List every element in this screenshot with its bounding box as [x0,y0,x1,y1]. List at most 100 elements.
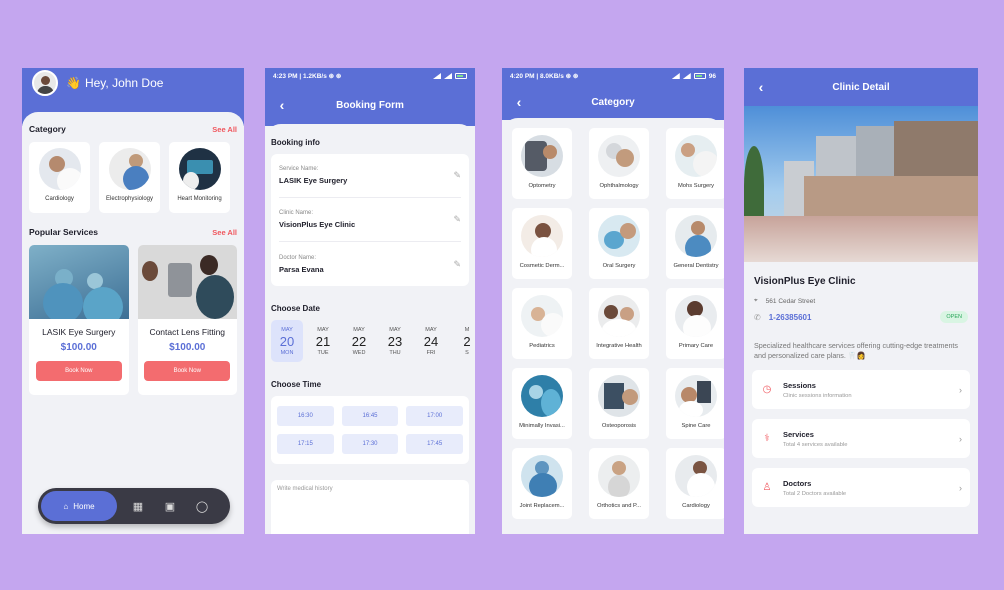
category-card[interactable]: Integrative Health [589,288,649,359]
date-option[interactable]: M 2 S [451,320,475,362]
category-card[interactable]: Heart Monitoring [169,142,230,213]
popular-header: Popular Services See All [29,227,237,237]
category-header: Category See All [29,124,237,134]
service-list: LASIK Eye Surgery $100.00 Book Now Conta… [29,245,237,395]
location-pin-icon: ⌖ [754,297,758,304]
date-option[interactable]: MAY 22 WED [343,320,375,362]
doctor-icon: ♙ [762,482,772,494]
back-arrow-icon[interactable]: ‹ [752,78,770,96]
edit-pencil-icon[interactable]: ✎ [453,259,461,270]
nav-home-tab[interactable]: ⌂ Home [41,491,117,521]
row-subtitle: Total 2 Doctors available [783,490,847,497]
date-weekday: FRI [426,349,436,356]
category-card[interactable]: Electrophysiology [99,142,160,213]
category-card[interactable]: Minimally Invasi... [512,368,572,439]
booking-content: Booking info Service Name: LASIK Eye Sur… [265,124,475,534]
cardiology-image [38,148,81,190]
doctor-name-field[interactable]: Doctor Name: Parsa Evana ✎ [279,242,461,286]
greeting-text: Hey, John Doe [84,76,164,90]
date-day: 23 [387,333,403,349]
back-arrow-icon[interactable]: ‹ [510,93,528,111]
wifi-icon [444,73,452,79]
status-time: 4:23 PM | 1.2KB/s ⊛ ⊛ [273,73,342,80]
chevron-right-icon: › [959,384,962,395]
category-card[interactable]: Primary Care [666,288,724,359]
services-icon: ⚕ [764,433,770,445]
date-option[interactable]: MAY 21 TUE [307,320,339,362]
medical-history-input[interactable]: Write medical history [271,480,469,534]
doctors-row[interactable]: ♙ Doctors Total 2 Doctors available › [752,468,970,508]
category-card[interactable]: Spine Care [666,368,724,439]
category-card[interactable]: Joint Replacem... [512,448,572,519]
service-name-field[interactable]: Service Name: LASIK Eye Surgery ✎ [279,154,461,198]
date-weekday: THU [389,349,401,356]
status-icons [433,73,467,79]
edit-pencil-icon[interactable]: ✎ [453,170,461,181]
cosmetic-derm-image [521,215,563,257]
category-grid-container: Optometry Ophthalmology Mohs Surgery Cos… [502,118,724,528]
date-month: MAY [425,326,437,333]
chevron-right-icon: › [959,433,962,444]
field-label: Doctor Name: [279,254,317,261]
date-month: MAY [281,326,293,333]
time-slot[interactable]: 16:30 [277,406,334,426]
date-day: 22 [351,333,367,349]
booking-title: Booking Form [336,99,404,111]
clinic-phone[interactable]: ✆ 1-26385601 [754,313,811,322]
category-card[interactable]: Mohs Surgery [666,128,724,199]
booking-topbar: 4:23 PM | 1.2KB/s ⊛ ⊛ ‹ Booking Form [265,68,475,126]
clinic-description: Specialized healthcare services offering… [754,341,959,360]
avatar[interactable] [32,70,58,96]
clinic-name-field[interactable]: Clinic Name: VisionPlus Eye Clinic ✎ [279,198,461,242]
time-slot[interactable]: 17:15 [277,434,334,454]
services-row[interactable]: ⚕ Services Total 4 services available › [752,419,970,459]
category-topbar: 4:20 PM | 8.0KB/s ⊛ ⊛ 96 ‹ Category [502,68,724,120]
service-card[interactable]: Contact Lens Fitting $100.00 Book Now [137,245,237,395]
time-slot[interactable]: 16:45 [341,406,399,426]
sessions-row[interactable]: ◷ Sessions Clinic sessions information › [752,370,970,410]
date-day: 2 [463,333,471,349]
booking-screen: 4:23 PM | 1.2KB/s ⊛ ⊛ ‹ Booking Form Boo… [265,68,475,534]
device-icon[interactable]: ▣ [159,495,181,517]
service-card[interactable]: LASIK Eye Surgery $100.00 Book Now [29,245,129,395]
date-picker: MAY 20 MON MAY 21 TUE MAY 22 WED MAY 23 … [271,320,475,362]
service-price: $100.00 [60,342,97,353]
orthotics-image [598,455,640,497]
category-card[interactable]: Pediatrics [512,288,572,359]
category-card[interactable]: Cardiology [29,142,90,213]
category-card[interactable]: Osteoporosis [589,368,649,439]
category-label: Integrative Health [596,343,642,349]
wave-icon: 👋 [66,76,81,90]
time-slot[interactable]: 17:45 [406,434,463,454]
popular-see-all-link[interactable]: See All [212,228,237,237]
date-option[interactable]: MAY 24 FRI [415,320,447,362]
book-now-button[interactable]: Book Now [144,361,231,381]
book-now-button[interactable]: Book Now [35,361,122,381]
category-card[interactable]: Orthotics and P... [589,448,649,519]
date-option[interactable]: MAY 23 THU [379,320,411,362]
category-card[interactable]: Ophthalmology [589,128,649,199]
back-arrow-icon[interactable]: ‹ [273,96,291,114]
edit-pencil-icon[interactable]: ✎ [453,214,461,225]
profile-icon[interactable]: ◯ [191,495,213,517]
calendar-icon[interactable]: ▦ [127,495,149,517]
row-title: Services [783,429,814,439]
category-card[interactable]: Cosmetic Derm... [512,208,572,279]
category-see-all-link[interactable]: See All [212,125,237,134]
wifi-icon [682,73,691,79]
category-card[interactable]: General Dentistry [666,208,724,279]
category-card[interactable]: Optometry [512,128,572,199]
general-dentistry-image [675,215,717,257]
category-label: Pediatrics [529,343,555,349]
field-label: Service Name: [279,166,319,172]
date-month: MAY [389,326,401,333]
category-label: Primary Care [678,343,714,349]
category-card[interactable]: Cardiology [666,448,724,519]
time-slot[interactable]: 17:30 [341,434,399,454]
category-card[interactable]: Oral Surgery [589,208,649,279]
spine-care-image [675,375,717,417]
clinic-hero-image [744,106,978,262]
time-slot[interactable]: 17:00 [406,406,463,426]
field-label: Clinic Name: [279,210,314,216]
date-option-selected[interactable]: MAY 20 MON [271,320,303,362]
